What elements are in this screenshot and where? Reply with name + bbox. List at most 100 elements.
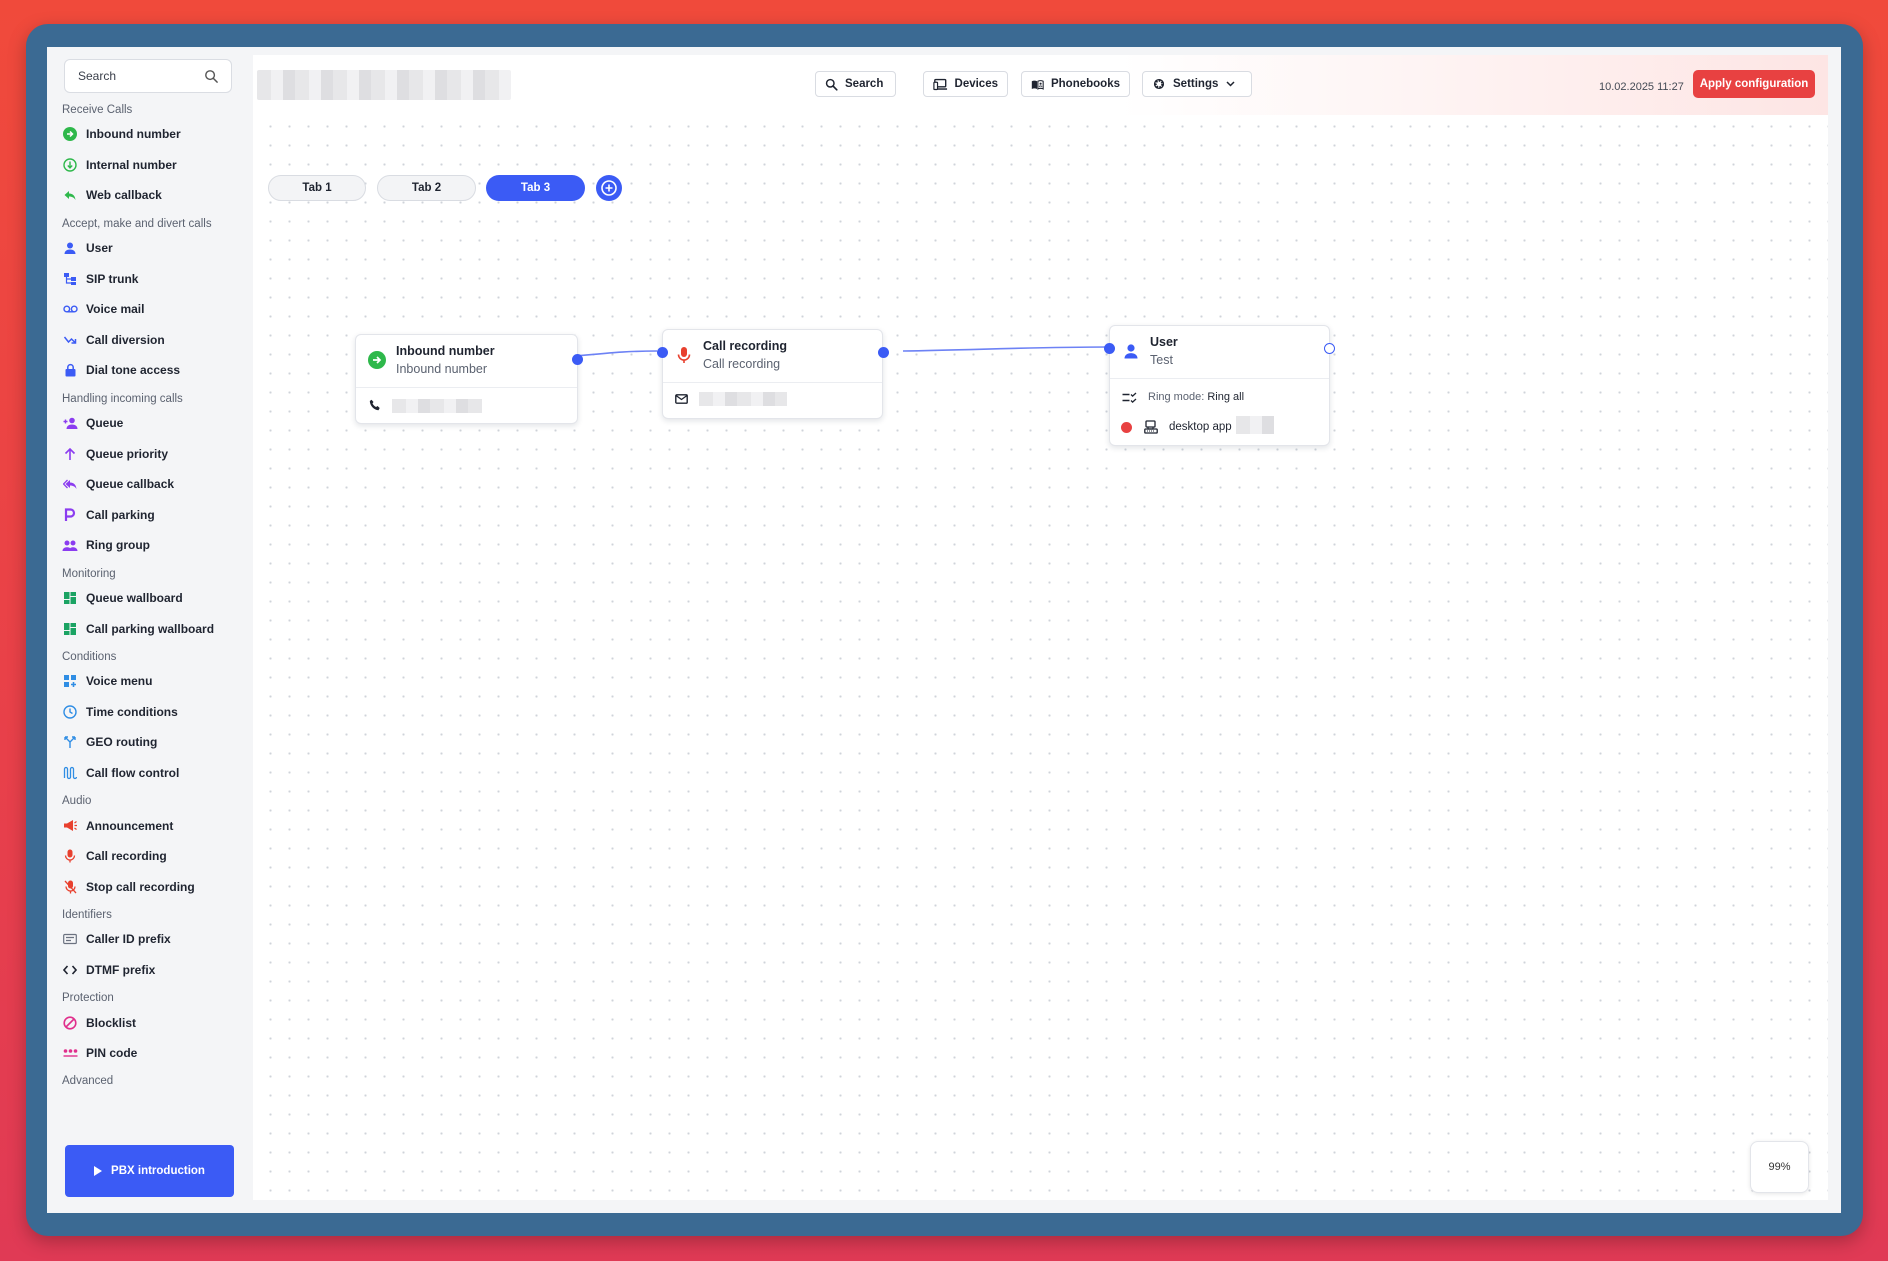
sidebar-item-label: Internal number: [86, 157, 177, 172]
sidebar-item-inbound-number[interactable]: Inbound number: [47, 119, 249, 150]
node-inbound-number[interactable]: Inbound number Inbound number: [355, 334, 583, 424]
sidebar-item-web-callback[interactable]: Web callback: [47, 180, 249, 211]
pbx-introduction-label: PBX introduction: [111, 1165, 205, 1177]
flow-icon: [62, 765, 78, 781]
output-port[interactable]: [1324, 343, 1335, 354]
sidebar-item-queue-wallboard[interactable]: Queue wallboard: [47, 583, 249, 614]
sip-trunk-icon: [62, 271, 78, 287]
node-title: User: [1150, 335, 1178, 349]
device-id-redacted: [1236, 416, 1274, 434]
voicemail-icon: [62, 301, 78, 317]
sidebar-item-stop-call-recording[interactable]: Stop call recording: [47, 871, 249, 902]
node-subtitle: Test: [1150, 353, 1173, 367]
sidebar-item-label: Ring group: [86, 538, 150, 553]
node-user[interactable]: User Test Ring mode: Ring all desktop ap…: [1104, 325, 1335, 446]
mail-icon: [675, 394, 688, 404]
device-status-dot: [1121, 422, 1132, 433]
user-icon: [62, 240, 78, 256]
sidebar-item-ring-group[interactable]: Ring group: [47, 530, 249, 561]
sidebar-item-label: Queue: [86, 416, 124, 431]
sidebar-item-call-diversion[interactable]: Call diversion: [47, 325, 249, 356]
sidebar-item-label: Web callback: [86, 188, 162, 203]
sidebar-item-call-parking[interactable]: Call parking: [47, 500, 249, 531]
sidebar-item-label: SIP trunk: [86, 271, 139, 286]
node-call-recording[interactable]: Call recording Call recording: [657, 329, 889, 419]
dashboard-icon: [62, 590, 78, 606]
sidebar-item-queue-priority[interactable]: Queue priority: [47, 438, 249, 469]
input-port[interactable]: [657, 347, 668, 358]
sidebar-search-input[interactable]: [76, 68, 200, 84]
sidebar-search[interactable]: [64, 59, 232, 93]
sidebar-item-caller-id-prefix[interactable]: Caller ID prefix: [47, 924, 249, 955]
sidebar-item-voice-mail[interactable]: Voice mail: [47, 294, 249, 325]
sidebar-item-label: Queue wallboard: [86, 591, 183, 606]
inbound-arrow-icon: [368, 351, 386, 369]
sidebar-item-label: Call parking: [86, 507, 155, 522]
connector-recording-to-user: [902, 346, 1110, 352]
output-port[interactable]: [878, 347, 889, 358]
phone-icon: [369, 399, 380, 411]
node-header: User Test: [1110, 326, 1329, 379]
section-title-handling-incoming: Handling incoming calls: [62, 392, 183, 405]
sidebar-item-label: Queue callback: [86, 477, 175, 492]
sidebar-item-sip-trunk[interactable]: SIP trunk: [47, 263, 249, 294]
section-title-protection: Protection: [62, 992, 114, 1005]
sidebar-item-label: Time conditions: [86, 704, 178, 719]
pbx-introduction-button[interactable]: PBX introduction: [65, 1145, 234, 1197]
sidebar-item-dial-tone-access[interactable]: Dial tone access: [47, 355, 249, 386]
section-title-monitoring: Monitoring: [62, 567, 116, 580]
phone-number-redacted: [392, 399, 482, 413]
sidebar-item-label: Call recording: [86, 849, 167, 864]
section-title-receive-calls: Receive Calls: [62, 104, 133, 116]
lock-icon: [62, 362, 78, 378]
sidebar-item-queue[interactable]: Queue: [47, 408, 249, 439]
sidebar-item-dtmf-prefix[interactable]: DTMF prefix: [47, 955, 249, 986]
section-title-advanced: Advanced: [62, 1075, 114, 1088]
node-title: Inbound number: [396, 344, 495, 358]
parking-icon: [62, 507, 78, 523]
sidebar-item-queue-callback[interactable]: Queue callback: [47, 469, 249, 500]
sidebar-item-label: Stop call recording: [86, 879, 195, 894]
megaphone-icon: [62, 818, 78, 834]
sidebar-item-label: Call diversion: [86, 332, 165, 347]
internal-arrow-icon: [62, 157, 78, 173]
play-icon: [94, 1166, 103, 1176]
sidebar-item-label: Voice menu: [86, 674, 153, 689]
sidebar-item-voice-menu[interactable]: Voice menu: [47, 666, 249, 697]
sidebar-item-pin-code[interactable]: PIN code: [47, 1038, 249, 1069]
sidebar-item-label: Voice mail: [86, 302, 145, 317]
sidebar-item-internal-number[interactable]: Internal number: [47, 150, 249, 181]
flow-canvas[interactable]: Search Devices Phonebooks Settings 10.02…: [253, 55, 1828, 1200]
sidebar-item-blocklist[interactable]: Blocklist: [47, 1007, 249, 1038]
zoom-level[interactable]: 99%: [1750, 1141, 1809, 1193]
node-connectors: [527, 346, 1110, 359]
sidebar-item-call-parking-wallboard[interactable]: Call parking wallboard: [47, 613, 249, 644]
sidebar-item-announcement[interactable]: Announcement: [47, 810, 249, 841]
ring-mode-icon: [1122, 392, 1137, 403]
sidebar-item-label: Queue priority: [86, 446, 169, 461]
sidebar-item-time-conditions[interactable]: Time conditions: [47, 697, 249, 728]
sidebar-item-label: Announcement: [86, 818, 174, 833]
ring-mode-label: Ring mode:: [1148, 391, 1205, 403]
output-port[interactable]: [572, 354, 583, 365]
sidebar-item-label: PIN code: [86, 1046, 138, 1061]
app-window: Receive Calls Inbound number Internal nu…: [47, 47, 1841, 1213]
email-redacted: [699, 392, 787, 406]
inbound-arrow-icon: [62, 126, 78, 142]
microphone-icon: [62, 848, 78, 864]
sidebar-item-label: GEO routing: [86, 735, 158, 750]
node-subtitle: Call recording: [703, 357, 781, 371]
input-port[interactable]: [1104, 343, 1115, 354]
sidebar-item-label: Dial tone access: [86, 363, 181, 378]
sidebar-item-call-recording[interactable]: Call recording: [47, 841, 249, 872]
sidebar-item-label: Inbound number: [86, 127, 181, 142]
sidebar-item-user[interactable]: User: [47, 233, 249, 264]
search-icon[interactable]: [204, 69, 219, 84]
sidebar-item-call-flow-control[interactable]: Call flow control: [47, 758, 249, 789]
ring-mode: Ring mode: Ring all: [1148, 391, 1244, 403]
user-icon: [1124, 344, 1138, 359]
call-diversion-icon: [62, 332, 78, 348]
sidebar-item-geo-routing[interactable]: GEO routing: [47, 727, 249, 758]
device-name: desktop app: [1169, 421, 1232, 433]
microphone-icon: [677, 347, 691, 363]
